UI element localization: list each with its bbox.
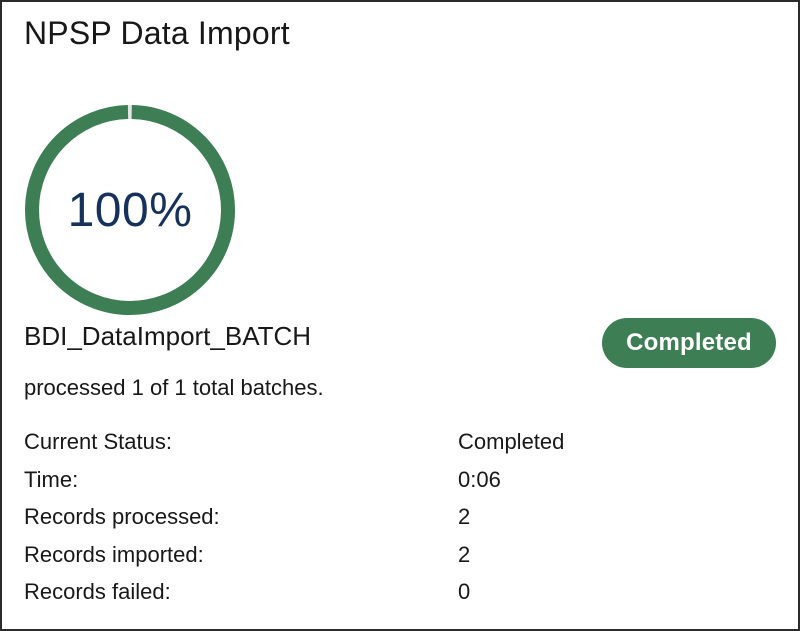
detail-row-records-processed: Records processed: 2 bbox=[24, 501, 784, 539]
detail-row-time: Time: 0:06 bbox=[24, 464, 784, 502]
detail-label: Records failed: bbox=[24, 579, 171, 604]
detail-value: 0 bbox=[458, 579, 471, 604]
progress-ring: 100% bbox=[22, 102, 238, 318]
detail-label: Records processed: bbox=[24, 504, 220, 529]
detail-row-records-imported: Records imported: 2 bbox=[24, 539, 784, 577]
detail-row-records-failed: Records failed: 0 bbox=[24, 576, 784, 614]
batch-job-name: BDI_DataImport_BATCH bbox=[24, 321, 312, 351]
status-badge: Completed bbox=[602, 318, 776, 368]
page-title: NPSP Data Import bbox=[24, 15, 290, 51]
detail-row-current-status: Current Status: Completed bbox=[24, 426, 784, 464]
detail-label: Time: bbox=[24, 466, 79, 492]
progress-percent: 100% bbox=[67, 183, 193, 237]
data-import-card: NPSP Data Import 100% BDI_DataImport_BAT… bbox=[0, 0, 800, 631]
detail-value: 2 bbox=[458, 541, 471, 567]
batch-summary: processed 1 of 1 total batches. bbox=[24, 375, 324, 400]
detail-label: Records imported: bbox=[24, 541, 204, 567]
detail-value: 2 bbox=[458, 504, 471, 529]
detail-value: 0:06 bbox=[458, 466, 501, 492]
detail-value: Completed bbox=[458, 429, 565, 454]
details-list: Current Status: Completed Time: 0:06 Rec… bbox=[24, 426, 784, 614]
detail-label: Current Status: bbox=[24, 429, 172, 454]
